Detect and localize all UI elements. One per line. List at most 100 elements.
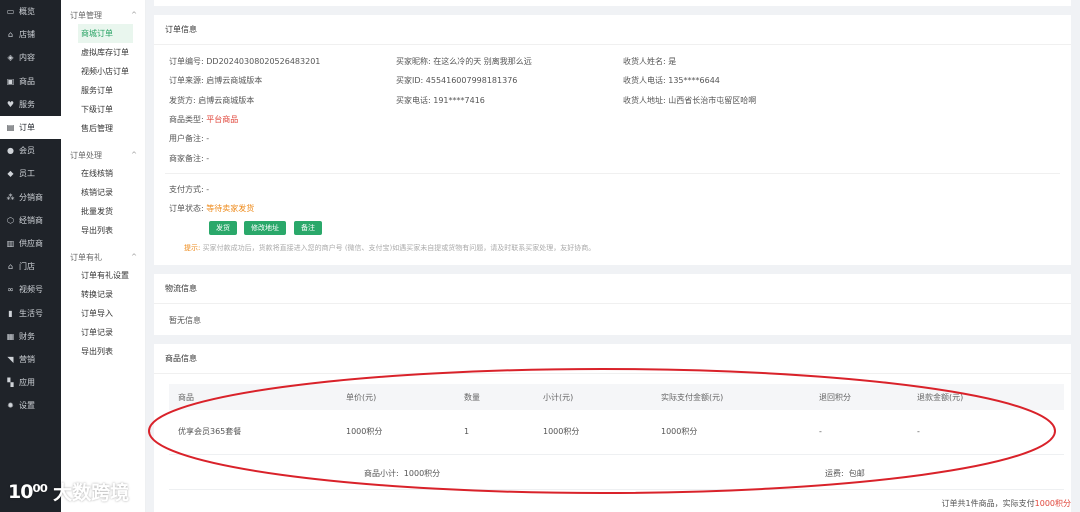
- submenu-group-title: 订单处理: [70, 150, 102, 160]
- submenu-item[interactable]: 批量发货: [78, 202, 145, 221]
- nav-item-1[interactable]: ⌂ 店铺: [0, 23, 61, 46]
- submenu-item[interactable]: 虚拟库存订单: [78, 43, 145, 62]
- nav-item-14[interactable]: ▦ 财务: [0, 325, 61, 348]
- nav-item-label: 员工: [19, 169, 35, 179]
- cell-quantity: 1: [455, 410, 534, 455]
- order-status-row: 订单状态: 等待卖家发货: [169, 204, 255, 213]
- tip-label: 提示:: [184, 244, 201, 252]
- nav-item-label: 营销: [19, 354, 35, 364]
- order-no-row: 订单编号: DD20240308020526483201: [169, 57, 321, 66]
- submenu-item[interactable]: 下级订单: [78, 100, 145, 119]
- nav-item-4[interactable]: ♥ 服务: [0, 93, 61, 116]
- chevron-up-icon: ^: [131, 11, 137, 19]
- nav-item-label: 视频号: [19, 285, 43, 295]
- submenu-group-title: 订单有礼: [70, 252, 102, 262]
- receiver-phone-row: 收货人电话: 135****6644: [623, 76, 720, 85]
- freight: 运费: 包邮: [825, 468, 865, 478]
- submenu-item[interactable]: 导出列表: [78, 221, 145, 240]
- submenu-item[interactable]: 视频小店订单: [78, 62, 145, 81]
- submenu-item[interactable]: 导出列表: [78, 342, 145, 361]
- store-icon: ⌂: [7, 30, 14, 40]
- receiver-address-row: 收货人地址: 山西省长治市屯留区哈啊: [623, 96, 757, 105]
- buyer-phone-row: 买家电话: 191****7416: [396, 96, 485, 105]
- nav-item-12[interactable]: ∞ 视频号: [0, 278, 61, 301]
- edit-address-button[interactable]: 修改地址: [244, 221, 286, 235]
- submenu-item[interactable]: 订单有礼设置: [78, 266, 145, 285]
- col-refund-amount: 退款金额(元): [908, 384, 1064, 410]
- ship-button[interactable]: 发货: [209, 221, 237, 235]
- order-info-card: 订单信息 订单编号: DD20240308020526483201 订单来源: …: [154, 15, 1071, 265]
- col-subtotal: 小计(元): [534, 384, 652, 410]
- nav-item-0[interactable]: ▭ 概览: [0, 0, 61, 23]
- nav-item-10[interactable]: ▥ 供应商: [0, 232, 61, 255]
- cell-refund-amount: -: [908, 410, 1064, 455]
- nav-item-13[interactable]: ▮ 生活号: [0, 301, 61, 324]
- nav-item-label: 商品: [19, 76, 35, 86]
- buyer-id-row: 买家ID: 455416007998181376: [396, 76, 518, 85]
- chevron-up-icon: ^: [131, 151, 137, 159]
- cell-refund-points: -: [810, 410, 908, 455]
- heart-icon: ♥: [6, 99, 15, 109]
- gear-icon: ✹: [7, 401, 14, 411]
- divider: [165, 173, 1060, 174]
- submenu-item[interactable]: 售后管理: [78, 119, 145, 138]
- nav-item-7[interactable]: ◆ 员工: [0, 162, 61, 185]
- submenu-item[interactable]: 商城订单: [78, 24, 133, 43]
- nav-item-label: 概览: [19, 7, 35, 17]
- user-note-row: 用户备注: -: [169, 134, 210, 143]
- submenu-group-2[interactable]: 订单有礼 ^: [61, 248, 145, 266]
- nav-item-label: 订单: [19, 123, 35, 133]
- nav-item-11[interactable]: ⌂ 门店: [0, 255, 61, 278]
- note-button[interactable]: 备注: [294, 221, 322, 235]
- cell-subtotal: 1000积分: [534, 410, 652, 455]
- apps-icon: ▚: [7, 378, 14, 388]
- pay-method-row: 支付方式: -: [169, 185, 210, 194]
- goods-icon: ▣: [6, 76, 15, 86]
- cell-unit-price: 1000积分: [337, 410, 455, 455]
- submenu-group-1[interactable]: 订单处理 ^: [61, 146, 145, 164]
- nav-item-15[interactable]: ◥ 营销: [0, 348, 61, 371]
- shop-icon: ⌂: [7, 262, 14, 272]
- nav-item-3[interactable]: ▣ 商品: [0, 70, 61, 93]
- main-content: 订单信息 订单编号: DD20240308020526483201 订单来源: …: [146, 0, 1080, 512]
- goods-table: 商品 单价(元) 数量 小计(元) 实际支付金额(元) 退回积分 退款金额(元)…: [169, 384, 1064, 455]
- nav-item-label: 店铺: [19, 30, 35, 40]
- col-paid: 实际支付金额(元): [652, 384, 810, 410]
- goods-bottom-border: [169, 489, 1064, 490]
- nav-item-9[interactable]: ⬡ 经销商: [0, 209, 61, 232]
- nav-item-label: 内容: [19, 53, 35, 63]
- nav-item-6[interactable]: ● 会员: [0, 139, 61, 162]
- finance-icon: ▦: [6, 331, 15, 341]
- staff-icon: ◆: [7, 169, 14, 179]
- submenu-item[interactable]: 服务订单: [78, 81, 145, 100]
- order-info-title: 订单信息: [154, 15, 1071, 45]
- submenu-item[interactable]: 核销记录: [78, 183, 145, 202]
- logistics-card: 物流信息 暂无信息: [154, 274, 1071, 335]
- col-refund-points: 退回积分: [810, 384, 908, 410]
- submenu-item[interactable]: 转换记录: [78, 285, 145, 304]
- video-icon: ∞: [7, 285, 14, 295]
- nav-item-label: 财务: [19, 331, 35, 341]
- payment-tip: 提示: 买家付款成功后，货款将直接进入您的商户号 (微信、支付宝)如遇买家未自提…: [184, 243, 595, 253]
- logistics-title: 物流信息: [154, 274, 1071, 304]
- top-card-edge: [154, 0, 1071, 6]
- nav-item-16[interactable]: ▚ 应用: [0, 371, 61, 394]
- submenu-group-0[interactable]: 订单管理 ^: [61, 6, 145, 24]
- merchant-note-row: 商家备注: -: [169, 154, 210, 163]
- nav-item-label: 服务: [19, 99, 35, 109]
- watermark: 10⁰⁰ 大数跨境: [8, 478, 129, 505]
- nav-item-2[interactable]: ◈ 内容: [0, 46, 61, 69]
- watermark-text: 大数跨境: [53, 482, 130, 504]
- submenu-item[interactable]: 订单记录: [78, 323, 145, 342]
- cell-paid: 1000积分: [652, 410, 810, 455]
- logistics-empty: 暂无信息: [169, 316, 201, 325]
- nav-item-label: 应用: [19, 378, 35, 388]
- submenu-item[interactable]: 订单导入: [78, 304, 145, 323]
- nav-item-8[interactable]: ⁂ 分销商: [0, 186, 61, 209]
- nav-item-5[interactable]: ▤ 订单: [0, 115, 61, 140]
- dealer-icon: ⬡: [7, 215, 14, 225]
- nav-item-17[interactable]: ✹ 设置: [0, 394, 61, 417]
- submenu-item[interactable]: 在线核销: [78, 164, 145, 183]
- nav-item-label: 会员: [19, 146, 35, 156]
- table-row: 优享会员365套餐 1000积分 1 1000积分 1000积分 - -: [169, 410, 1064, 455]
